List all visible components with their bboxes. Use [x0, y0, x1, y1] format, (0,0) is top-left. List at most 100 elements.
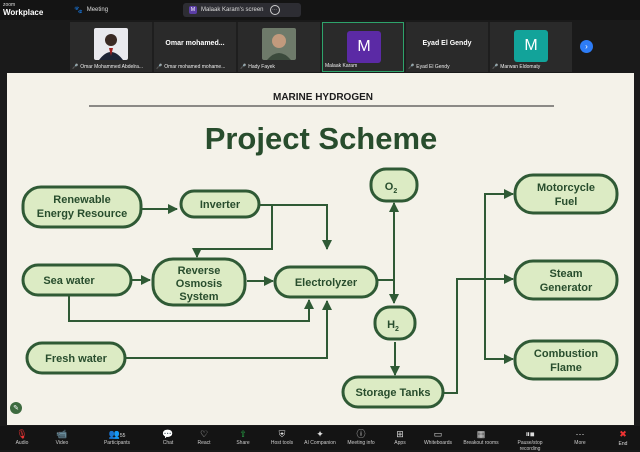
node-electrolyzer: Electrolyzer [273, 265, 379, 299]
participant-photo [262, 28, 296, 60]
svg-text:Storage Tanks: Storage Tanks [356, 387, 431, 399]
participant-name: 🎤 Omar mohamed mohame... [156, 64, 226, 70]
participants-button[interactable]: 👥55 Participants [97, 428, 137, 446]
arrow-electrolyzer-to-o2 [377, 202, 399, 281]
participant-tile[interactable]: 🎤 Omar Mohammed Abdelra... [70, 22, 152, 72]
participant-center-name: Omar mohamed... [165, 40, 225, 47]
svg-text:System: System [179, 291, 218, 303]
recording-button[interactable]: ⏸⏹ Pause/stop recording [507, 428, 553, 452]
svg-text:Fresh water: Fresh water [45, 353, 107, 365]
project-scheme-diagram: MARINE HYDROGEN Project Scheme Renewable… [21, 92, 619, 409]
tab-shared-screen-label: Malaak Karam's screen [201, 7, 264, 13]
brand-name: Workplace [3, 8, 44, 17]
svg-text:Sea water: Sea water [43, 275, 95, 287]
paw-icon: 🐾 [74, 7, 83, 14]
participant-name: 🎤 Marwan Eldomaty [492, 64, 541, 70]
shared-screen: MARINE HYDROGEN Project Scheme Renewable… [7, 73, 634, 425]
mic-muted-icon: 🎤 [408, 64, 415, 70]
slide-header: MARINE HYDROGEN [273, 92, 373, 103]
participant-tile[interactable]: M 🎤 Marwan Eldomaty [490, 22, 572, 72]
node-inverter: Inverter [179, 189, 261, 219]
meeting-info-button[interactable]: ⓘ Meeting info [341, 428, 381, 446]
node-sea-water: Sea water [21, 263, 133, 297]
more-button[interactable]: ⋯ More [560, 428, 600, 446]
whiteboard-icon: ▭ [433, 429, 443, 439]
next-page-arrow-icon[interactable]: › [580, 40, 593, 53]
apps-button[interactable]: ⊞ Apps [380, 428, 420, 446]
share-button[interactable]: ⇧ Share [223, 428, 263, 446]
breakout-rooms-button[interactable]: ▦ Breakout rooms [461, 428, 501, 446]
audio-button[interactable]: 🎙 Audio [2, 428, 42, 446]
svg-text:Renewable: Renewable [53, 194, 110, 206]
react-button[interactable]: ♡ React [184, 428, 224, 446]
tab-avatar-badge: M [189, 6, 197, 14]
participant-tile-active-speaker[interactable]: M Malaak Karam [322, 22, 404, 72]
chat-button[interactable]: 💬 Chat [148, 428, 188, 446]
node-o2: O2 [369, 167, 419, 203]
title-bar: zoom Workplace 🐾 Meeting M Malaak Karam'… [0, 0, 640, 20]
annotate-pencil-icon[interactable]: ✎ [10, 402, 22, 414]
node-renewable-energy: Renewable Energy Resource [21, 185, 143, 229]
host-tools-button[interactable]: ⛨ Host tools [262, 428, 302, 446]
participant-name: 🎤 Hady Fayek [240, 64, 275, 70]
more-icon: ⋯ [575, 429, 585, 439]
node-storage-tanks: Storage Tanks [341, 375, 445, 409]
tab-shared-screen[interactable]: M Malaak Karam's screen ⋯ [183, 3, 301, 17]
mic-muted-icon: 🎤 [156, 64, 163, 70]
svg-text:Electrolyzer: Electrolyzer [295, 277, 358, 289]
ai-companion-button[interactable]: ✦ AI Companion [300, 428, 340, 446]
svg-text:Combustion: Combustion [534, 348, 598, 360]
more-options-icon[interactable]: ⋯ [269, 5, 280, 15]
share-icon: ⇧ [239, 429, 247, 439]
whiteboards-button[interactable]: ▭ Whiteboards [418, 428, 458, 446]
apps-icon: ⊞ [396, 429, 404, 439]
end-call-icon: ✖ [619, 429, 627, 439]
node-steam-generator: Steam Generator [513, 259, 619, 301]
participants-icon: 👥55 [108, 429, 126, 439]
node-h2: H2 [373, 305, 417, 341]
svg-text:Steam: Steam [549, 268, 582, 280]
participant-avatar: M [514, 30, 548, 62]
shield-icon: ⛨ [278, 429, 286, 439]
breakout-rooms-icon: ▦ [476, 429, 486, 439]
svg-text:Reverse: Reverse [178, 265, 221, 277]
participant-tile[interactable]: 🎤 Hady Fayek [238, 22, 320, 72]
video-off-icon: 📹 [56, 429, 68, 439]
mic-muted-icon: 🎤 [72, 64, 79, 70]
svg-text:Inverter: Inverter [200, 199, 241, 211]
svg-text:Fuel: Fuel [555, 196, 578, 208]
participant-avatar: M [347, 31, 381, 63]
chat-icon: 💬 [162, 429, 174, 439]
mic-muted-icon: 🎤 [240, 64, 247, 70]
svg-text:Flame: Flame [550, 362, 582, 374]
participant-center-name: Eyad El Gendy [422, 40, 472, 47]
svg-text:Motorcycle: Motorcycle [537, 182, 595, 194]
participant-photo [94, 28, 128, 60]
participant-name: 🎤 Eyad El Gendy [408, 64, 450, 70]
zoom-logo: zoom Workplace [3, 1, 43, 18]
node-motorcycle-fuel: Motorcycle Fuel [513, 173, 619, 215]
arrow-inverter-to-electrolyzer [259, 204, 332, 250]
arrow-to-combustion [484, 279, 514, 364]
mic-muted-icon: 🎤 [492, 64, 499, 70]
meeting-toolbar: 🎙 Audio 📹 Video 👥55 Participants 💬 Chat ♡ Rea… [0, 426, 640, 452]
node-fresh-water: Fresh water [25, 341, 127, 375]
video-button[interactable]: 📹 Video [42, 428, 82, 446]
end-button[interactable]: ✖ End [612, 429, 634, 447]
node-reverse-osmosis: Reverse Osmosis System [151, 257, 247, 307]
svg-text:Energy Resource: Energy Resource [37, 208, 127, 220]
heart-icon: ♡ [199, 429, 209, 439]
svg-text:Generator: Generator [540, 282, 593, 294]
tab-meeting[interactable]: 🐾 Meeting [74, 3, 108, 17]
arrow-freshwater-to-electrolyzer [125, 300, 332, 359]
sparkle-icon: ✦ [316, 429, 324, 439]
participant-name: 🎤 Omar Mohammed Abdelra... [72, 64, 144, 70]
pause-stop-icon: ⏸⏹ [525, 429, 535, 439]
mic-muted-icon: 🎙 [16, 429, 28, 439]
participant-tile[interactable]: Omar mohamed... 🎤 Omar mohamed mohame... [154, 22, 236, 72]
participant-name: Malaak Karam [325, 63, 358, 69]
arrow-to-motorcycle [484, 189, 514, 279]
participant-tile[interactable]: Eyad El Gendy 🎤 Eyad El Gendy [406, 22, 488, 72]
slide-title: Project Scheme [205, 121, 438, 156]
svg-text:Osmosis: Osmosis [176, 278, 222, 290]
